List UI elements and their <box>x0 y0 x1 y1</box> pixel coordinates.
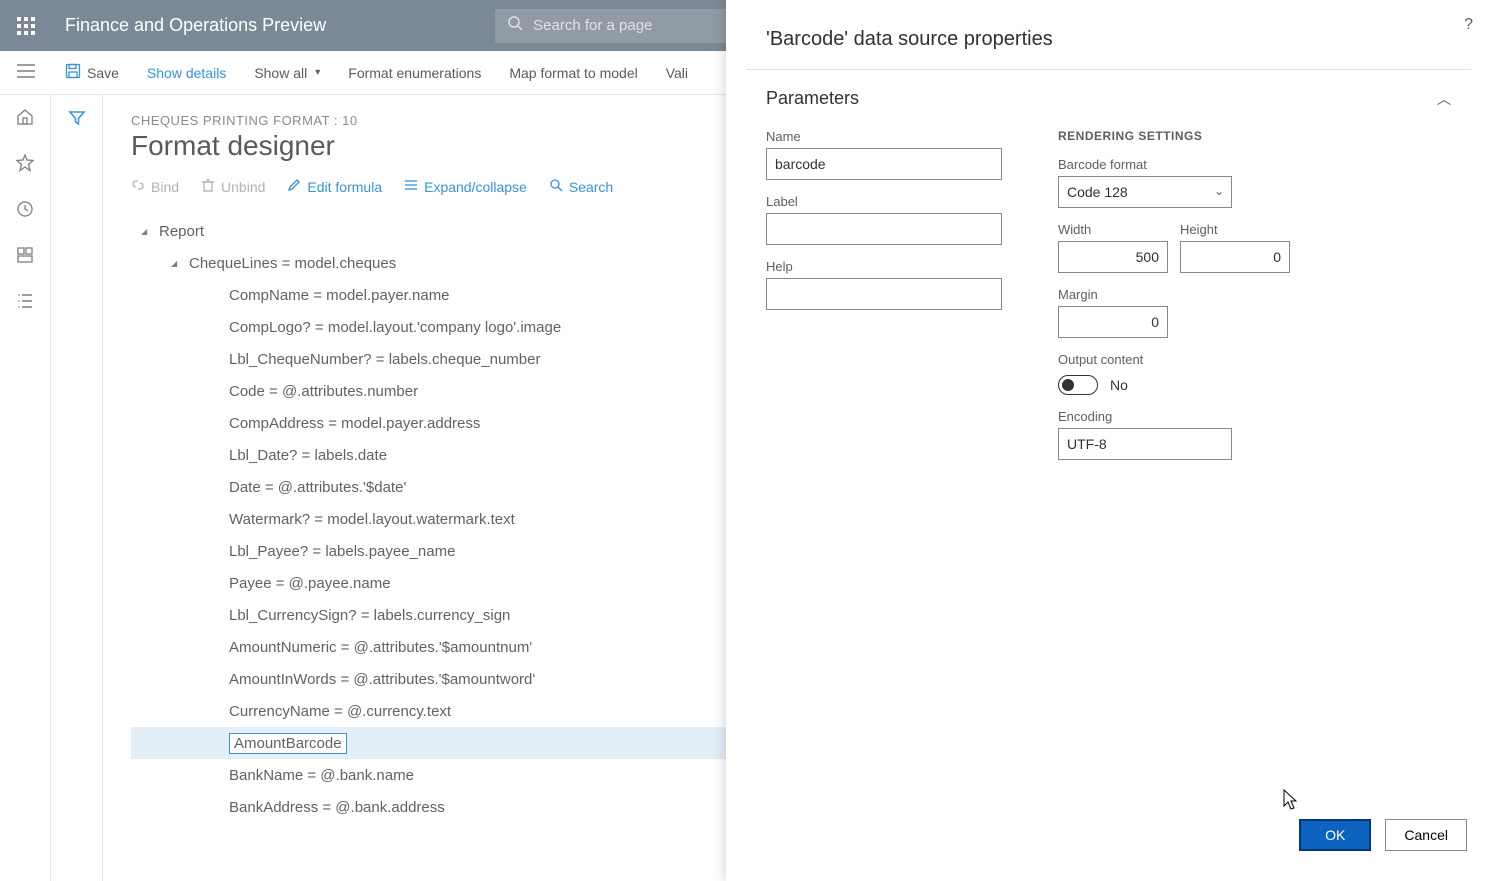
width-label: Width <box>1058 222 1168 237</box>
output-content-value: No <box>1110 377 1128 393</box>
expand-icon <box>404 178 418 195</box>
save-icon <box>65 63 81 82</box>
search-icon <box>549 178 563 195</box>
modules-icon[interactable] <box>15 291 35 311</box>
label-label: Label <box>766 194 1002 209</box>
panel-body: Name Label Help RENDERING SETTINGS Barco… <box>726 115 1491 474</box>
ok-button[interactable]: OK <box>1299 819 1371 851</box>
tree-node-label: AmountBarcode <box>229 733 347 754</box>
tree-node-label: Lbl_Payee? = labels.payee_name <box>229 543 455 560</box>
tree-node-label: Date = @.attributes.'$date' <box>229 479 406 496</box>
name-label: Name <box>766 129 1002 144</box>
barcode-format-label: Barcode format <box>1058 157 1451 172</box>
caret-icon[interactable]: ◢ <box>141 227 153 236</box>
section-title: Parameters <box>766 88 859 109</box>
edit-formula-label: Edit formula <box>307 179 382 195</box>
tree-node-label: Code = @.attributes.number <box>229 383 418 400</box>
chevron-down-icon: ▾ <box>315 67 320 78</box>
barcode-format-value[interactable] <box>1058 176 1232 208</box>
save-label: Save <box>87 65 119 81</box>
tree-node-label: Payee = @.payee.name <box>229 575 391 592</box>
search-label: Search <box>569 179 613 195</box>
unbind-button[interactable]: Unbind <box>201 178 265 195</box>
tree-node-label: AmountNumeric = @.attributes.'$amountnum… <box>229 639 532 656</box>
bind-button[interactable]: Bind <box>131 178 179 195</box>
expand-label: Expand/collapse <box>424 179 527 195</box>
workspaces-icon[interactable] <box>15 245 35 265</box>
hamburger-icon[interactable] <box>17 64 35 81</box>
tree-node-label: CurrencyName = @.currency.text <box>229 703 451 720</box>
app-launcher-icon[interactable] <box>0 17 51 35</box>
output-content-toggle[interactable] <box>1058 375 1098 395</box>
panel-left-column: Name Label Help <box>766 129 1002 460</box>
name-input[interactable] <box>766 148 1002 180</box>
save-button[interactable]: Save <box>51 51 133 94</box>
show-all-label: Show all <box>254 65 307 81</box>
expand-collapse-button[interactable]: Expand/collapse <box>404 178 527 195</box>
height-input[interactable] <box>1180 241 1290 273</box>
unbind-label: Unbind <box>221 179 265 195</box>
search-icon <box>507 15 523 36</box>
help-input[interactable] <box>766 278 1002 310</box>
tree-node-label: CompName = model.payer.name <box>229 287 450 304</box>
tree-node-label: ChequeLines = model.cheques <box>189 255 396 272</box>
margin-input[interactable] <box>1058 306 1168 338</box>
tree-node-label: Report <box>159 223 204 240</box>
tree-node-label: BankName = @.bank.name <box>229 767 414 784</box>
map-format-button[interactable]: Map format to model <box>495 51 651 94</box>
filter-icon[interactable] <box>68 109 86 881</box>
barcode-format-select[interactable]: ⌄ <box>1058 176 1232 208</box>
validate-button[interactable]: Vali <box>652 51 702 94</box>
encoding-input[interactable] <box>1058 428 1232 460</box>
output-content-label: Output content <box>1058 352 1451 367</box>
cancel-button[interactable]: Cancel <box>1385 819 1467 851</box>
edit-formula-button[interactable]: Edit formula <box>287 178 382 195</box>
show-details-button[interactable]: Show details <box>133 51 240 94</box>
panel-title: 'Barcode' data source properties <box>726 0 1491 69</box>
format-enumerations-button[interactable]: Format enumerations <box>334 51 495 94</box>
help-icon[interactable]: ? <box>1464 16 1473 34</box>
margin-label: Margin <box>1058 287 1451 302</box>
home-icon[interactable] <box>15 107 35 127</box>
tree-node-label: BankAddress = @.bank.address <box>229 799 445 816</box>
properties-panel: ? 'Barcode' data source properties Param… <box>726 0 1491 881</box>
chevron-up-icon: ︿ <box>1437 89 1451 109</box>
link-icon <box>131 178 145 195</box>
panel-footer: OK Cancel <box>726 819 1491 881</box>
tree-node-label: Lbl_ChequeNumber? = labels.cheque_number <box>229 351 540 368</box>
parameters-section-header[interactable]: Parameters ︿ <box>726 70 1491 115</box>
label-input[interactable] <box>766 213 1002 245</box>
tree-node-label: CompAddress = model.payer.address <box>229 415 480 432</box>
tree-node-label: AmountInWords = @.attributes.'$amountwor… <box>229 671 535 688</box>
help-label: Help <box>766 259 1002 274</box>
panel-right-column: RENDERING SETTINGS Barcode format ⌄ Widt… <box>1058 129 1451 460</box>
encoding-label: Encoding <box>1058 409 1451 424</box>
caret-icon[interactable]: ◢ <box>171 259 183 268</box>
tree-node-label: Lbl_Date? = labels.date <box>229 447 387 464</box>
recent-icon[interactable] <box>15 199 35 219</box>
left-nav-rail <box>0 95 51 881</box>
height-label: Height <box>1180 222 1290 237</box>
rendering-heading: RENDERING SETTINGS <box>1058 129 1451 143</box>
search-button[interactable]: Search <box>549 178 613 195</box>
app-title: Finance and Operations Preview <box>51 15 340 36</box>
filter-column <box>51 95 103 881</box>
favorites-icon[interactable] <box>15 153 35 173</box>
pencil-icon <box>287 178 301 195</box>
trash-icon <box>201 178 215 195</box>
bind-label: Bind <box>151 179 179 195</box>
tree-node-label: CompLogo? = model.layout.'company logo'.… <box>229 319 561 336</box>
show-all-button[interactable]: Show all ▾ <box>240 51 334 94</box>
width-input[interactable] <box>1058 241 1168 273</box>
tree-node-label: Lbl_CurrencySign? = labels.currency_sign <box>229 607 510 624</box>
tree-node-label: Watermark? = model.layout.watermark.text <box>229 511 515 528</box>
